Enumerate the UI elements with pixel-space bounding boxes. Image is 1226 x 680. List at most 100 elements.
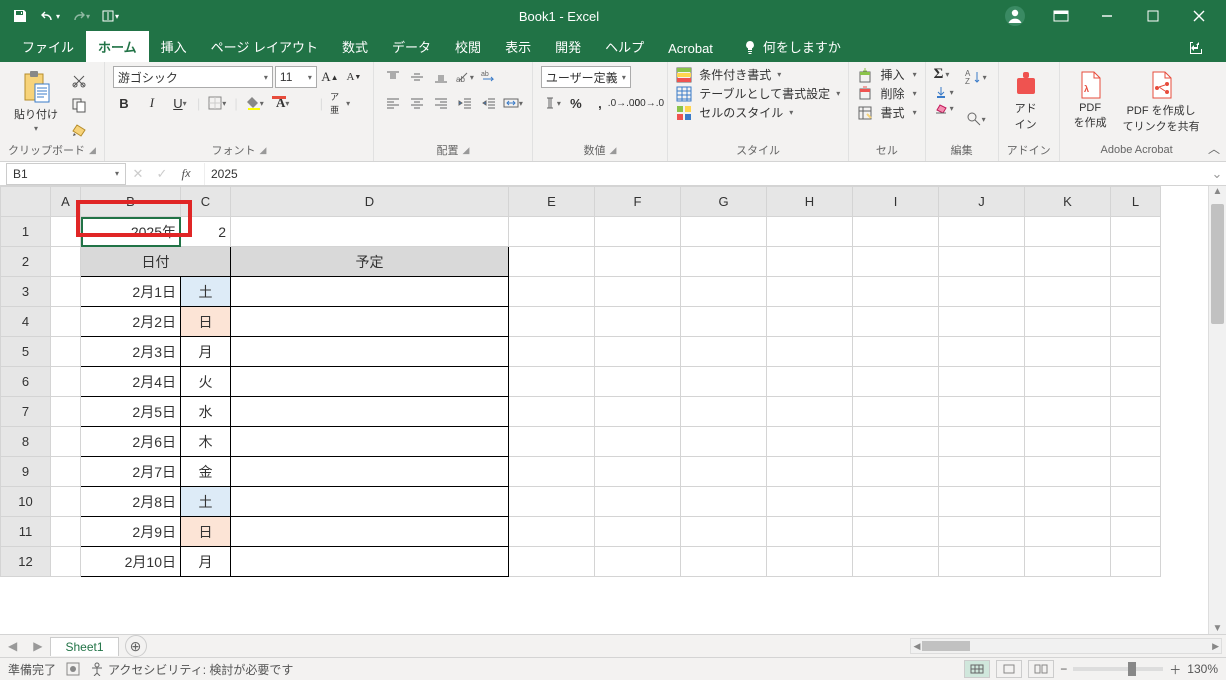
redo-icon[interactable]: ▾ xyxy=(66,2,94,30)
zoom-slider[interactable] xyxy=(1073,667,1163,671)
cell[interactable] xyxy=(939,367,1025,397)
cell[interactable] xyxy=(1111,307,1161,337)
cell[interactable] xyxy=(595,247,681,277)
tab-view[interactable]: 表示 xyxy=(493,31,543,62)
cell[interactable] xyxy=(509,337,595,367)
find-select-button[interactable]: ▾ xyxy=(962,108,990,130)
cell[interactable] xyxy=(681,217,767,247)
cell[interactable] xyxy=(853,457,939,487)
cell[interactable] xyxy=(1111,337,1161,367)
zoom-level[interactable]: 130% xyxy=(1187,662,1218,676)
cell[interactable] xyxy=(1025,277,1111,307)
close-button[interactable] xyxy=(1178,2,1220,30)
tab-acrobat[interactable]: Acrobat xyxy=(656,35,725,62)
clipboard-launcher-icon[interactable]: ◢ xyxy=(89,145,96,156)
cell[interactable]: 水 xyxy=(181,397,231,427)
tell-me[interactable]: 何をしますか xyxy=(743,37,841,62)
cell[interactable] xyxy=(1025,547,1111,577)
cell[interactable] xyxy=(51,427,81,457)
cell[interactable] xyxy=(853,277,939,307)
insert-cells-button[interactable]: 挿入▾ xyxy=(857,66,916,83)
cell[interactable]: 月 xyxy=(181,547,231,577)
cell[interactable] xyxy=(853,397,939,427)
cell[interactable] xyxy=(509,457,595,487)
cell[interactable] xyxy=(231,217,509,247)
accessibility-status[interactable]: アクセシビリティ: 検討が必要です xyxy=(90,661,293,678)
cell[interactable] xyxy=(1025,307,1111,337)
column-header[interactable]: E xyxy=(509,187,595,217)
row-header[interactable]: 1 xyxy=(1,217,51,247)
cell[interactable]: 2月8日 xyxy=(81,487,181,517)
tab-formulas[interactable]: 数式 xyxy=(330,31,380,62)
cell[interactable]: 日 xyxy=(181,307,231,337)
collapse-ribbon-icon[interactable]: ︿ xyxy=(1208,140,1220,157)
maximize-button[interactable] xyxy=(1132,2,1174,30)
cell[interactable] xyxy=(1111,217,1161,247)
row-header[interactable]: 2 xyxy=(1,247,51,277)
cell[interactable] xyxy=(681,427,767,457)
format-cells-button[interactable]: 書式▾ xyxy=(857,104,916,121)
cell[interactable]: 2月2日 xyxy=(81,307,181,337)
tab-developer[interactable]: 開発 xyxy=(543,31,593,62)
cell[interactable]: 火 xyxy=(181,367,231,397)
cell[interactable]: 2月4日 xyxy=(81,367,181,397)
tab-review[interactable]: 校閲 xyxy=(443,31,493,62)
enter-formula-icon[interactable]: ✓ xyxy=(150,163,174,185)
cell[interactable] xyxy=(767,397,853,427)
cell[interactable] xyxy=(509,247,595,277)
sheet-nav-prev-icon[interactable]: ◀ xyxy=(0,639,25,653)
column-header[interactable]: D xyxy=(231,187,509,217)
cell[interactable] xyxy=(595,517,681,547)
cell[interactable] xyxy=(681,277,767,307)
cell[interactable] xyxy=(681,337,767,367)
delete-cells-button[interactable]: 削除▾ xyxy=(857,85,916,102)
horizontal-scrollbar[interactable]: ◀▶ xyxy=(910,638,1222,654)
fill-color-button[interactable]: ▾ xyxy=(244,92,266,114)
row-header[interactable]: 6 xyxy=(1,367,51,397)
orientation-button[interactable]: ab▾ xyxy=(454,66,476,88)
fill-button[interactable]: ▾ xyxy=(934,85,954,99)
cell[interactable] xyxy=(51,277,81,307)
row-header[interactable]: 7 xyxy=(1,397,51,427)
cell[interactable] xyxy=(1111,427,1161,457)
cell[interactable] xyxy=(51,517,81,547)
cell[interactable] xyxy=(595,217,681,247)
italic-button[interactable]: I xyxy=(141,92,163,114)
cell[interactable] xyxy=(939,427,1025,457)
cell[interactable] xyxy=(681,487,767,517)
cell[interactable] xyxy=(1025,247,1111,277)
cell[interactable] xyxy=(853,247,939,277)
cell[interactable] xyxy=(939,397,1025,427)
align-top-button[interactable] xyxy=(382,66,404,88)
cell[interactable] xyxy=(51,337,81,367)
cell[interactable] xyxy=(1111,487,1161,517)
cell[interactable] xyxy=(595,457,681,487)
percent-format-button[interactable]: % xyxy=(565,92,587,114)
cell[interactable] xyxy=(767,517,853,547)
column-header[interactable]: F xyxy=(595,187,681,217)
cell[interactable] xyxy=(1025,517,1111,547)
column-header[interactable]: B xyxy=(81,187,181,217)
cell[interactable] xyxy=(509,397,595,427)
wrap-text-button[interactable]: ab xyxy=(478,66,500,88)
cell[interactable] xyxy=(939,547,1025,577)
ribbon-display-icon[interactable] xyxy=(1040,2,1082,30)
cell[interactable] xyxy=(939,517,1025,547)
cell[interactable] xyxy=(51,397,81,427)
scrollbar-thumb[interactable] xyxy=(1211,204,1224,324)
qat-customize-icon[interactable]: ▾ xyxy=(96,2,124,30)
cell[interactable] xyxy=(681,517,767,547)
cell[interactable]: 木 xyxy=(181,427,231,457)
cell[interactable] xyxy=(939,337,1025,367)
cell[interactable] xyxy=(853,427,939,457)
cell[interactable] xyxy=(681,367,767,397)
tab-page-layout[interactable]: ページ レイアウト xyxy=(199,31,330,62)
cell[interactable] xyxy=(231,277,509,307)
cell[interactable]: 2月7日 xyxy=(81,457,181,487)
cell[interactable]: 土 xyxy=(181,487,231,517)
cell[interactable] xyxy=(939,217,1025,247)
cell[interactable] xyxy=(1111,367,1161,397)
cell[interactable]: 予定 xyxy=(231,247,509,277)
cell[interactable] xyxy=(595,307,681,337)
cell[interactable] xyxy=(767,277,853,307)
